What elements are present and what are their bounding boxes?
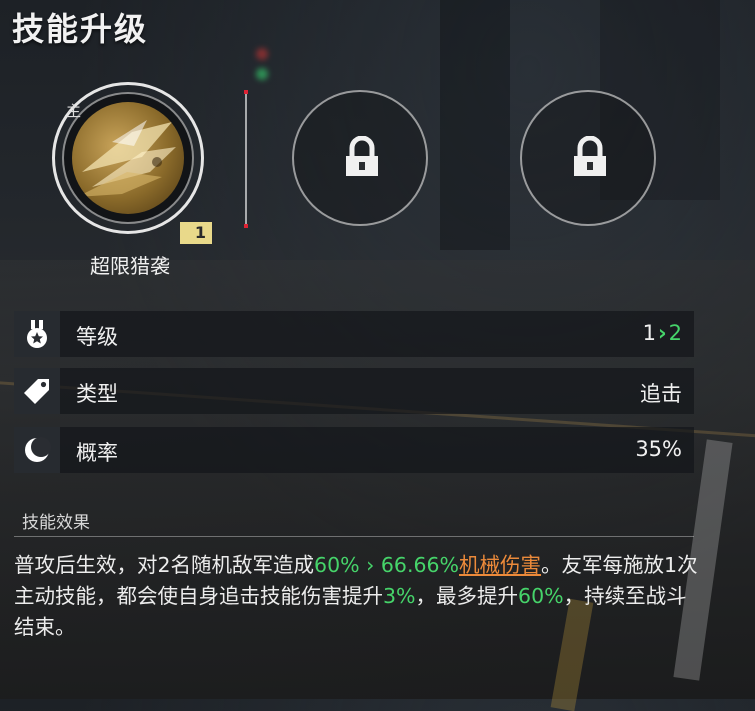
stat-row-chance: 概率 35% bbox=[14, 427, 694, 473]
lock-icon bbox=[346, 136, 378, 176]
stat-value: 35% bbox=[635, 437, 682, 461]
main-skill-slot[interactable]: 主 bbox=[52, 82, 212, 242]
locked-skill-slot-1[interactable] bbox=[292, 90, 428, 226]
effect-value: 60% bbox=[518, 584, 564, 608]
moon-icon bbox=[14, 427, 60, 473]
skill-level-badge: 1 bbox=[180, 222, 212, 244]
effect-value: 3% bbox=[383, 584, 416, 608]
current-level: 1 bbox=[642, 321, 656, 345]
main-skill-tag: 主 bbox=[66, 102, 82, 120]
effect-value-next: 66.66% bbox=[380, 553, 460, 577]
stat-label: 等级 bbox=[76, 325, 118, 349]
background-building bbox=[440, 0, 510, 250]
stat-value: 追击 bbox=[640, 382, 682, 406]
slot-divider bbox=[245, 92, 247, 224]
background-traffic-light-red bbox=[256, 48, 268, 60]
divider-dot bbox=[244, 90, 248, 94]
level-up-arrow-icon: › bbox=[657, 321, 667, 345]
skill-art-icon bbox=[72, 102, 184, 214]
background-traffic-light-green bbox=[256, 68, 268, 80]
chevron-right-icon: › bbox=[359, 553, 381, 577]
divider-dot bbox=[244, 224, 248, 228]
lock-icon bbox=[574, 136, 606, 176]
effect-value-current: 60% bbox=[314, 553, 360, 577]
effects-title: 技能效果 bbox=[22, 513, 90, 533]
medal-icon bbox=[14, 311, 60, 357]
effect-text: ，最多提升 bbox=[415, 584, 519, 608]
locked-skill-slot-2[interactable] bbox=[520, 90, 656, 226]
stat-label: 概率 bbox=[76, 441, 118, 465]
stat-value-level: 1›2 bbox=[643, 321, 682, 345]
skill-name: 超限猎袭 bbox=[90, 254, 170, 278]
effects-description: 普攻后生效，对2名随机敌军造成60% › 66.66%机械伤害。友军每施放1次主… bbox=[14, 550, 704, 643]
effect-text: 普攻后生效，对2名随机敌军造成 bbox=[14, 553, 315, 577]
stat-label: 类型 bbox=[76, 382, 118, 406]
tag-icon bbox=[14, 368, 60, 414]
stat-row-type: 类型 追击 bbox=[14, 368, 694, 414]
damage-type-link[interactable]: 机械伤害 bbox=[459, 553, 541, 577]
next-level: 2 bbox=[668, 321, 682, 345]
stat-row-level: 等级 1›2 bbox=[14, 311, 694, 357]
effects-divider bbox=[14, 536, 694, 537]
page-title: 技能升级 bbox=[12, 10, 149, 48]
